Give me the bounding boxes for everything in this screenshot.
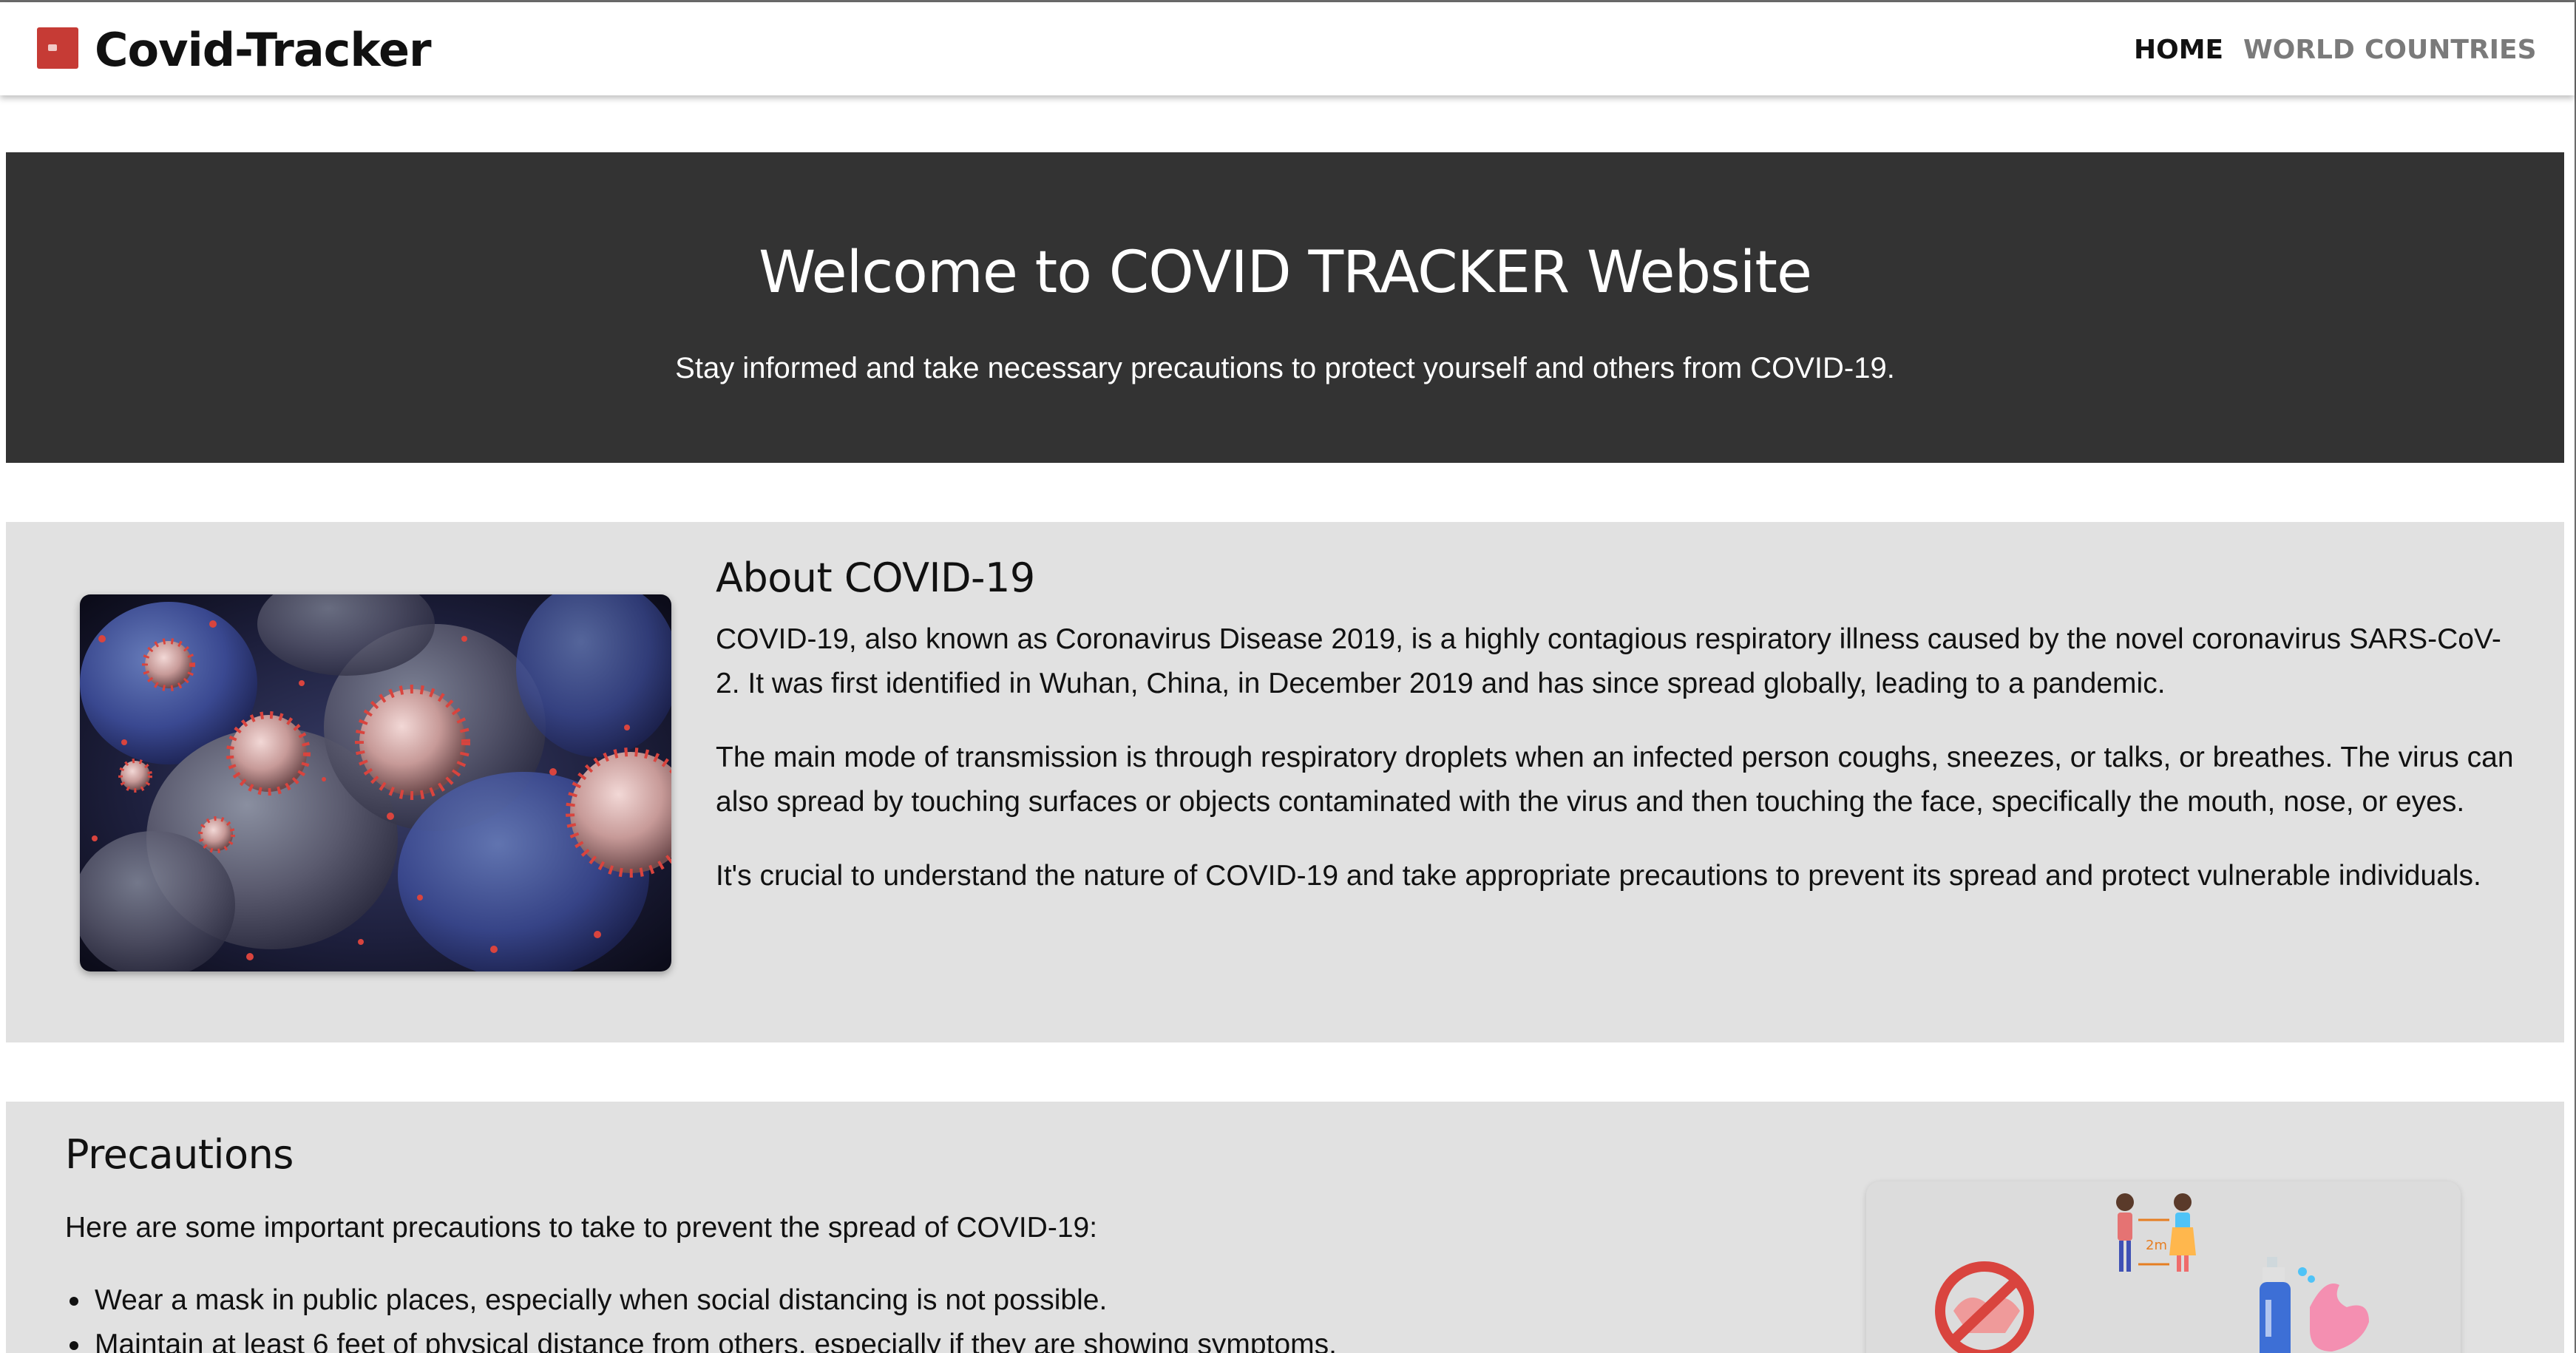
about-paragraph-1: COVID-19, also known as Coronavirus Dise… [716,623,2501,699]
about-section: About COVID-19 COVID-19, also known as C… [6,522,2564,1042]
nav-link-home[interactable]: HOME [2134,35,2223,65]
hero-banner: Welcome to COVID TRACKER Website Stay in… [6,152,2564,463]
hand-sanitizer-icon [2260,1257,2369,1353]
no-handshake-icon [1935,1261,2034,1353]
nav-link-world[interactable]: WORLD [2243,35,2355,65]
about-paragraph-3: It's crucial to understand the nature of… [716,860,2481,892]
nav-link-countries[interactable]: COUNTRIES [2365,35,2537,65]
social-distance-icon: 2m [2116,1193,2196,1272]
about-text: About COVID-19 COVID-19, also known as C… [716,555,2520,928]
precautions-section: Precautions Here are some important prec… [6,1102,2564,1353]
precautions-text: Precautions Here are some important prec… [65,1131,1766,1353]
navbar: Covid-Tracker HOME WORLD COUNTRIES [0,2,2575,95]
about-paragraph-2: The main mode of transmission is through… [716,742,2514,818]
hero-title: Welcome to COVID TRACKER Website [759,240,1812,306]
page: Covid-Tracker HOME WORLD COUNTRIES Welco… [0,0,2576,1353]
brand-title[interactable]: Covid-Tracker [95,23,432,77]
coronavirus-microscope-image [80,594,671,971]
precautions-lead: Here are some important precautions to t… [65,1212,1098,1244]
precautions-list: Wear a mask in public places, especially… [65,1278,1766,1353]
list-item: Wear a mask in public places, especially… [65,1278,1766,1323]
covid-tracker-logo-icon[interactable] [37,27,78,69]
hero-subtitle: Stay informed and take necessary precaut… [675,352,1895,384]
about-heading: About COVID-19 [716,555,1035,601]
precautions-heading: Precautions [65,1131,294,1178]
precautions-illustration: 2m [1866,1181,2461,1353]
distance-label: 2m [2146,1238,2167,1253]
list-item: Maintain at least 6 feet of physical dis… [65,1323,1766,1353]
